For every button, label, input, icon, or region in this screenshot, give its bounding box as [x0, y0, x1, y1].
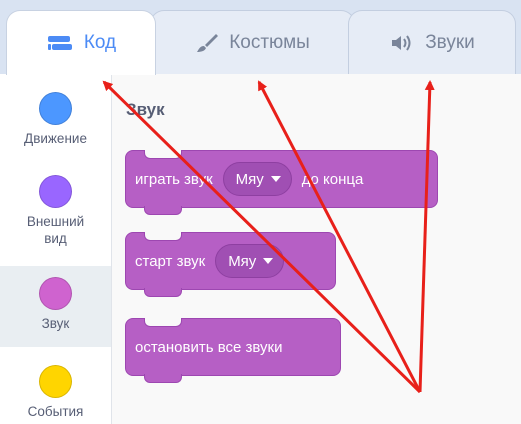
block-palette: Звук играть звук Мяу до конца старт звук…	[112, 74, 521, 424]
category-motion-dot	[39, 92, 72, 125]
block-text: старт звук	[135, 252, 206, 270]
code-icon	[46, 33, 74, 53]
brush-icon	[195, 32, 219, 54]
category-motion[interactable]: Движение	[0, 92, 111, 147]
sound-dropdown-value: Мяу	[228, 252, 257, 270]
category-events-label: События	[27, 404, 84, 419]
chevron-down-icon	[263, 258, 274, 264]
category-events[interactable]: События	[0, 365, 111, 420]
category-looks[interactable]: Внешний вид	[0, 175, 111, 247]
category-motion-label: Движение	[24, 131, 87, 146]
tab-bar: Код Костюмы Звуки	[0, 0, 521, 75]
category-events-dot	[39, 365, 72, 398]
block-start-sound[interactable]: старт звук Мяу	[125, 232, 336, 297]
category-looks-dot	[39, 175, 72, 208]
category-sidebar: Движение Внешний вид Звук События	[0, 74, 112, 424]
block-text: играть звук	[135, 170, 213, 188]
category-sound-label: Звук	[41, 316, 70, 331]
tab-code-label: Код	[83, 32, 117, 53]
chevron-down-icon	[270, 176, 281, 182]
category-looks-label: Внешний вид	[26, 214, 85, 246]
block-text: до конца	[301, 170, 364, 188]
speaker-icon	[389, 33, 415, 53]
tab-sounds-label: Звуки	[425, 31, 475, 53]
tab-sounds[interactable]: Звуки	[348, 10, 516, 74]
sound-dropdown[interactable]: Мяу	[215, 244, 285, 278]
block-stop-all-sounds[interactable]: остановить все звуки	[125, 318, 341, 383]
sound-dropdown-value: Мяу	[235, 170, 264, 188]
tab-costumes[interactable]: Костюмы	[150, 10, 355, 74]
palette-section-title: Звук	[126, 100, 165, 119]
category-sound[interactable]: Звук	[0, 266, 111, 347]
block-text: остановить все звуки	[135, 338, 283, 356]
block-play-sound-until-done[interactable]: играть звук Мяу до конца	[125, 150, 438, 215]
sound-dropdown[interactable]: Мяу	[222, 162, 292, 196]
tab-code[interactable]: Код	[6, 10, 156, 75]
category-sound-dot	[39, 277, 72, 310]
tab-costumes-label: Костюмы	[229, 31, 310, 53]
